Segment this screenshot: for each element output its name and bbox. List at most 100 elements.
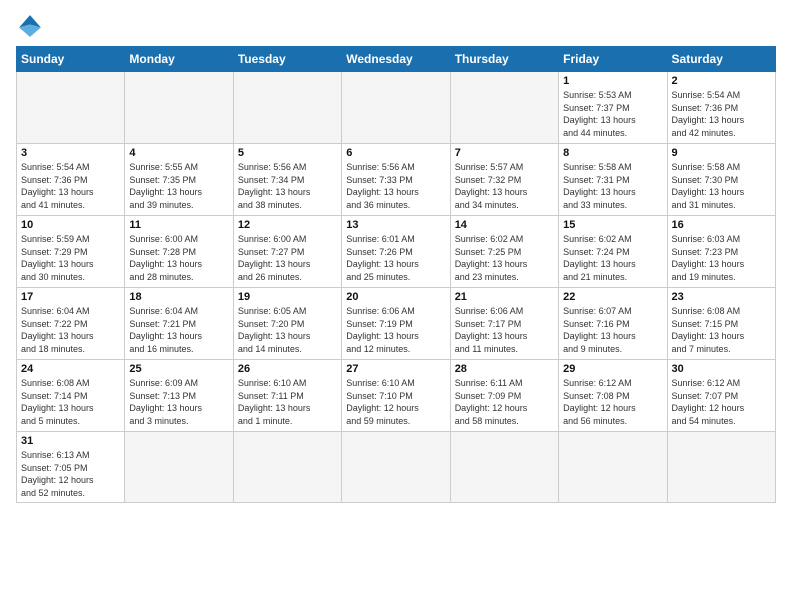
day-info: Sunrise: 5:55 AMSunset: 7:35 PMDaylight:… — [129, 161, 228, 211]
calendar-cell: 24Sunrise: 6:08 AMSunset: 7:14 PMDayligh… — [17, 360, 125, 432]
weekday-header-monday: Monday — [125, 47, 233, 72]
day-info: Sunrise: 5:59 AMSunset: 7:29 PMDaylight:… — [21, 233, 120, 283]
day-info: Sunrise: 6:06 AMSunset: 7:17 PMDaylight:… — [455, 305, 554, 355]
day-info: Sunrise: 6:03 AMSunset: 7:23 PMDaylight:… — [672, 233, 771, 283]
calendar-cell: 11 Sunrise: 6:00 AMSunset: 7:28 PMDayligh… — [125, 216, 233, 288]
day-info: Sunrise: 6:04 AMSunset: 7:21 PMDaylight:… — [129, 305, 228, 355]
day-info: Sunrise: 6:08 AMSunset: 7:14 PMDaylight:… — [21, 377, 120, 427]
day-info: Sunrise: 5:56 AMSunset: 7:34 PMDaylight:… — [238, 161, 337, 211]
day-number: 27 — [346, 363, 445, 375]
day-info: Sunrise: 6:11 AMSunset: 7:09 PMDaylight:… — [455, 377, 554, 427]
day-info: Sunrise: 6:00 AMSunset: 7:28 PMDaylight:… — [129, 233, 228, 283]
calendar-cell — [125, 432, 233, 503]
day-number: 13 — [346, 219, 445, 231]
day-number: 10 — [21, 219, 120, 231]
calendar-cell: 3 Sunrise: 5:54 AMSunset: 7:36 PMDaylight… — [17, 144, 125, 216]
calendar-cell: 2 Sunrise: 5:54 AMSunset: 7:36 PMDaylight… — [667, 72, 775, 144]
day-info: Sunrise: 6:08 AMSunset: 7:15 PMDaylight:… — [672, 305, 771, 355]
day-info: Sunrise: 6:05 AMSunset: 7:20 PMDaylight:… — [238, 305, 337, 355]
header — [16, 12, 776, 40]
calendar-cell: 25 Sunrise: 6:09 AMSunset: 7:13 PMDayligh… — [125, 360, 233, 432]
day-number: 26 — [238, 363, 337, 375]
day-info: Sunrise: 5:54 AMSunset: 7:36 PMDaylight:… — [21, 161, 120, 211]
calendar-cell: 31 Sunrise: 6:13 AMSunset: 7:05 PMDayligh… — [17, 432, 125, 503]
calendar-cell: 6Sunrise: 5:56 AMSunset: 7:33 PMDaylight… — [342, 144, 450, 216]
week-row-1: 1 Sunrise: 5:53 AMSunset: 7:37 PMDaylight… — [17, 72, 776, 144]
weekday-header-thursday: Thursday — [450, 47, 558, 72]
calendar-cell — [667, 432, 775, 503]
day-number: 2 — [672, 75, 771, 87]
calendar-cell: 18 Sunrise: 6:04 AMSunset: 7:21 PMDayligh… — [125, 288, 233, 360]
day-number: 1 — [563, 75, 662, 87]
calendar-cell: 28Sunrise: 6:11 AMSunset: 7:09 PMDayligh… — [450, 360, 558, 432]
day-number: 31 — [21, 435, 120, 447]
calendar-table: SundayMondayTuesdayWednesdayThursdayFrid… — [16, 46, 776, 503]
day-info: Sunrise: 6:13 AMSunset: 7:05 PMDaylight:… — [21, 449, 120, 499]
calendar-cell: 17 Sunrise: 6:04 AMSunset: 7:22 PMDayligh… — [17, 288, 125, 360]
day-info: Sunrise: 6:04 AMSunset: 7:22 PMDaylight:… — [21, 305, 120, 355]
day-info: Sunrise: 6:02 AMSunset: 7:25 PMDaylight:… — [455, 233, 554, 283]
calendar-cell: 19 Sunrise: 6:05 AMSunset: 7:20 PMDayligh… — [233, 288, 341, 360]
day-info: Sunrise: 5:54 AMSunset: 7:36 PMDaylight:… — [672, 89, 771, 139]
calendar-cell: 20Sunrise: 6:06 AMSunset: 7:19 PMDayligh… — [342, 288, 450, 360]
calendar-cell: 1 Sunrise: 5:53 AMSunset: 7:37 PMDaylight… — [559, 72, 667, 144]
day-info: Sunrise: 5:56 AMSunset: 7:33 PMDaylight:… — [346, 161, 445, 211]
day-info: Sunrise: 5:53 AMSunset: 7:37 PMDaylight:… — [563, 89, 662, 139]
logo — [16, 12, 48, 40]
calendar-cell: 22Sunrise: 6:07 AMSunset: 7:16 PMDayligh… — [559, 288, 667, 360]
weekday-header-sunday: Sunday — [17, 47, 125, 72]
week-row-5: 24Sunrise: 6:08 AMSunset: 7:14 PMDayligh… — [17, 360, 776, 432]
day-number: 21 — [455, 291, 554, 303]
weekday-header-tuesday: Tuesday — [233, 47, 341, 72]
weekday-header-saturday: Saturday — [667, 47, 775, 72]
day-info: Sunrise: 6:10 AMSunset: 7:10 PMDaylight:… — [346, 377, 445, 427]
calendar-cell: 12Sunrise: 6:00 AMSunset: 7:27 PMDayligh… — [233, 216, 341, 288]
calendar-cell — [559, 432, 667, 503]
calendar-cell: 8Sunrise: 5:58 AMSunset: 7:31 PMDaylight… — [559, 144, 667, 216]
day-info: Sunrise: 5:57 AMSunset: 7:32 PMDaylight:… — [455, 161, 554, 211]
day-number: 15 — [563, 219, 662, 231]
week-row-4: 17 Sunrise: 6:04 AMSunset: 7:22 PMDayligh… — [17, 288, 776, 360]
calendar-cell: 15 Sunrise: 6:02 AMSunset: 7:24 PMDayligh… — [559, 216, 667, 288]
day-info: Sunrise: 6:06 AMSunset: 7:19 PMDaylight:… — [346, 305, 445, 355]
day-info: Sunrise: 6:01 AMSunset: 7:26 PMDaylight:… — [346, 233, 445, 283]
weekday-header-friday: Friday — [559, 47, 667, 72]
calendar-cell: 23 Sunrise: 6:08 AMSunset: 7:15 PMDayligh… — [667, 288, 775, 360]
day-number: 5 — [238, 147, 337, 159]
calendar-cell — [342, 72, 450, 144]
weekday-header-row: SundayMondayTuesdayWednesdayThursdayFrid… — [17, 47, 776, 72]
day-number: 29 — [563, 363, 662, 375]
logo-icon — [16, 12, 44, 40]
calendar-cell: 7Sunrise: 5:57 AMSunset: 7:32 PMDaylight… — [450, 144, 558, 216]
calendar-cell — [17, 72, 125, 144]
day-number: 19 — [238, 291, 337, 303]
day-info: Sunrise: 6:12 AMSunset: 7:07 PMDaylight:… — [672, 377, 771, 427]
day-number: 4 — [129, 147, 228, 159]
day-number: 25 — [129, 363, 228, 375]
calendar-cell — [233, 72, 341, 144]
calendar-cell — [233, 432, 341, 503]
calendar-cell: 5 Sunrise: 5:56 AMSunset: 7:34 PMDaylight… — [233, 144, 341, 216]
day-number: 11 — [129, 219, 228, 231]
calendar-cell — [450, 432, 558, 503]
calendar-cell — [125, 72, 233, 144]
week-row-3: 10 Sunrise: 5:59 AMSunset: 7:29 PMDayligh… — [17, 216, 776, 288]
day-info: Sunrise: 6:10 AMSunset: 7:11 PMDaylight:… — [238, 377, 337, 427]
day-info: Sunrise: 6:02 AMSunset: 7:24 PMDaylight:… — [563, 233, 662, 283]
week-row-6: 31 Sunrise: 6:13 AMSunset: 7:05 PMDayligh… — [17, 432, 776, 503]
day-info: Sunrise: 6:09 AMSunset: 7:13 PMDaylight:… — [129, 377, 228, 427]
day-number: 14 — [455, 219, 554, 231]
calendar-cell: 4 Sunrise: 5:55 AMSunset: 7:35 PMDaylight… — [125, 144, 233, 216]
week-row-2: 3 Sunrise: 5:54 AMSunset: 7:36 PMDaylight… — [17, 144, 776, 216]
calendar-cell: 21 Sunrise: 6:06 AMSunset: 7:17 PMDayligh… — [450, 288, 558, 360]
day-number: 3 — [21, 147, 120, 159]
calendar-cell: 10 Sunrise: 5:59 AMSunset: 7:29 PMDayligh… — [17, 216, 125, 288]
day-number: 22 — [563, 291, 662, 303]
calendar-cell: 14 Sunrise: 6:02 AMSunset: 7:25 PMDayligh… — [450, 216, 558, 288]
day-number: 23 — [672, 291, 771, 303]
calendar-cell: 16Sunrise: 6:03 AMSunset: 7:23 PMDayligh… — [667, 216, 775, 288]
day-number: 18 — [129, 291, 228, 303]
day-number: 17 — [21, 291, 120, 303]
calendar-cell: 9Sunrise: 5:58 AMSunset: 7:30 PMDaylight… — [667, 144, 775, 216]
day-number: 9 — [672, 147, 771, 159]
